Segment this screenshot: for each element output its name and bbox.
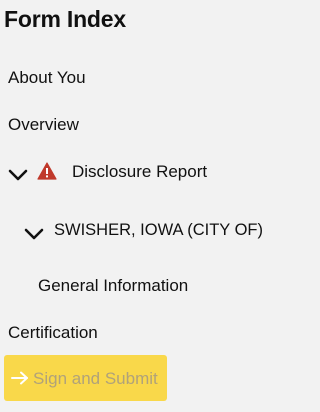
nav-item-entity[interactable]: SWISHER, IOWA (CITY OF) (54, 219, 263, 241)
warning-icon (37, 162, 57, 180)
sign-and-submit-label: Sign and Submit (33, 369, 158, 388)
sign-and-submit-button[interactable]: Sign and Submit (4, 355, 167, 401)
page-title: Form Index (4, 6, 126, 32)
arrow-right-icon (11, 371, 28, 385)
nav-item-disclosure-report[interactable]: Disclosure Report (72, 161, 207, 183)
nav-item-general-information[interactable]: General Information (38, 275, 188, 297)
chevron-down-icon[interactable] (24, 228, 44, 240)
nav-item-overview[interactable]: Overview (8, 114, 79, 136)
nav-item-certification[interactable]: Certification (8, 322, 98, 344)
nav-item-about-you[interactable]: About You (8, 67, 86, 89)
chevron-down-icon[interactable] (8, 169, 28, 181)
